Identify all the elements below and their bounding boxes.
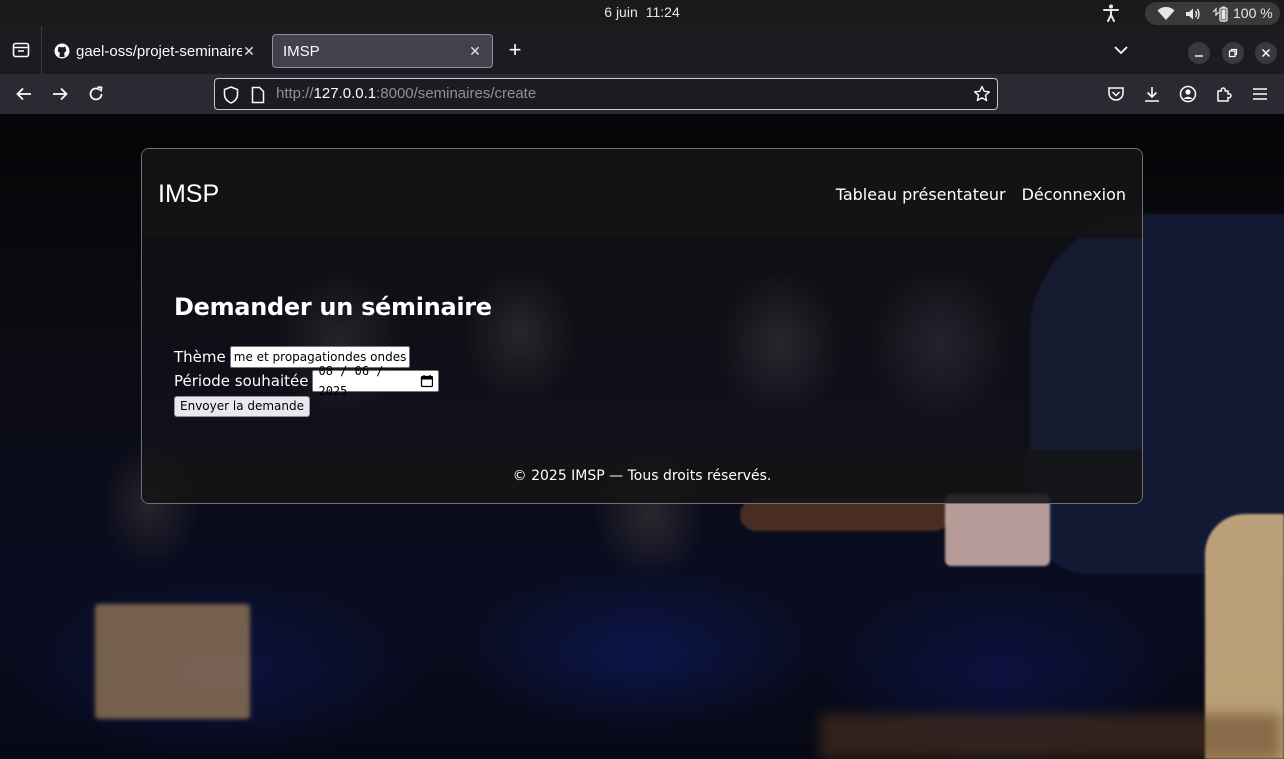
os-top-bar: 6 juin 11:24 100 %: [0, 0, 1284, 26]
nav-link-presenter-dashboard[interactable]: Tableau présentateur: [836, 185, 1006, 204]
hamburger-menu-icon: [1253, 88, 1267, 100]
url-bar[interactable]: http://127.0.0.1:8000/seminaires/create: [214, 78, 998, 110]
restore-icon: [1228, 48, 1238, 58]
account-icon: [1179, 85, 1197, 103]
background-laptop: [95, 604, 250, 719]
window-restore-button[interactable]: [1222, 42, 1244, 64]
downloads-button[interactable]: [1142, 84, 1162, 104]
wifi-icon: [1157, 6, 1175, 25]
web-page: IMSP Tableau présentateur Déconnexion De…: [0, 114, 1284, 759]
tab-title: gael-oss/projet-seminaire: [76, 42, 242, 60]
volume-icon: [1185, 7, 1201, 25]
tab-title: IMSP: [283, 42, 320, 60]
os-clock[interactable]: 6 juin 11:24: [0, 4, 1284, 20]
close-tab-icon[interactable]: ✕: [242, 44, 256, 58]
firefox-view-button[interactable]: [0, 26, 42, 74]
tab-imsp[interactable]: IMSP ✕: [272, 34, 493, 68]
arrow-left-icon: [16, 87, 31, 101]
browser-nav-bar: http://127.0.0.1:8000/seminaires/create: [0, 74, 1284, 114]
battery-percentage: 100 %: [1233, 5, 1273, 21]
bookmark-star-icon[interactable]: [973, 85, 991, 107]
window-close-button[interactable]: [1255, 42, 1277, 64]
submit-request-button[interactable]: Envoyer la demande: [174, 396, 311, 417]
url-text: http://127.0.0.1:8000/seminaires/create: [276, 85, 536, 102]
tabs-overview-icon: [12, 42, 29, 58]
site-brand[interactable]: IMSP: [158, 180, 219, 209]
pocket-button[interactable]: [1106, 84, 1126, 104]
back-button[interactable]: [14, 84, 34, 104]
seminar-request-section: Demander un séminaire Thème me et propag…: [142, 238, 1142, 450]
site-nav: Tableau présentateur Déconnexion: [836, 185, 1126, 204]
reload-button[interactable]: [86, 84, 106, 104]
background-shirt-cuff: [945, 494, 1050, 566]
site-container: IMSP Tableau présentateur Déconnexion De…: [141, 148, 1143, 504]
footer-copyright: © 2025 IMSP — Tous droits réservés.: [512, 468, 772, 484]
puzzle-icon: [1217, 87, 1232, 102]
accessibility-icon[interactable]: [1103, 4, 1119, 22]
theme-label: Thème: [174, 348, 226, 366]
page-title: Demander un séminaire: [174, 293, 492, 321]
pocket-icon: [1108, 87, 1124, 101]
reload-icon: [89, 86, 103, 101]
os-time: 11:24: [645, 4, 680, 20]
calendar-icon[interactable]: [420, 374, 434, 388]
url-host: 127.0.0.1: [313, 85, 377, 102]
browser-tab-bar: gael-oss/projet-seminaire ✕ IMSP ✕ +: [0, 26, 1284, 74]
background-stage-floor: [820, 714, 1280, 759]
download-icon: [1145, 87, 1159, 102]
site-header: IMSP Tableau présentateur Déconnexion: [142, 149, 1142, 238]
period-date-value: 08 / 06 / 2025: [318, 364, 384, 398]
period-date-input[interactable]: 08 / 06 / 2025: [312, 364, 440, 398]
minimize-icon: [1195, 55, 1203, 57]
battery-icon: [1211, 6, 1229, 26]
tab-github[interactable]: gael-oss/projet-seminaire ✕: [44, 34, 266, 68]
forward-button[interactable]: [50, 84, 70, 104]
chevron-down-icon: [1114, 46, 1128, 55]
os-date: 6 juin: [604, 4, 638, 20]
app-menu-button[interactable]: [1250, 84, 1270, 104]
url-scheme: http://: [276, 85, 314, 102]
site-footer: © 2025 IMSP — Tous droits réservés.: [142, 450, 1142, 503]
period-label: Période souhaitée: [174, 372, 309, 390]
account-button[interactable]: [1178, 84, 1198, 104]
period-row: Période souhaitée 08 / 06 / 2025: [174, 364, 440, 398]
github-icon: [54, 43, 70, 59]
close-icon: [1261, 48, 1271, 58]
close-tab-icon[interactable]: ✕: [468, 44, 482, 58]
page-info-icon[interactable]: [251, 86, 265, 108]
extensions-button[interactable]: [1214, 84, 1234, 104]
nav-link-logout[interactable]: Déconnexion: [1022, 185, 1126, 204]
new-tab-button[interactable]: +: [503, 39, 527, 63]
window-minimize-button[interactable]: [1188, 42, 1210, 64]
list-all-tabs-button[interactable]: [1111, 40, 1131, 64]
arrow-right-icon: [53, 87, 68, 101]
system-status-menu[interactable]: 100 %: [1145, 2, 1280, 25]
url-path: :8000/seminaires/create: [376, 85, 537, 102]
tracking-protection-icon[interactable]: [223, 86, 239, 108]
